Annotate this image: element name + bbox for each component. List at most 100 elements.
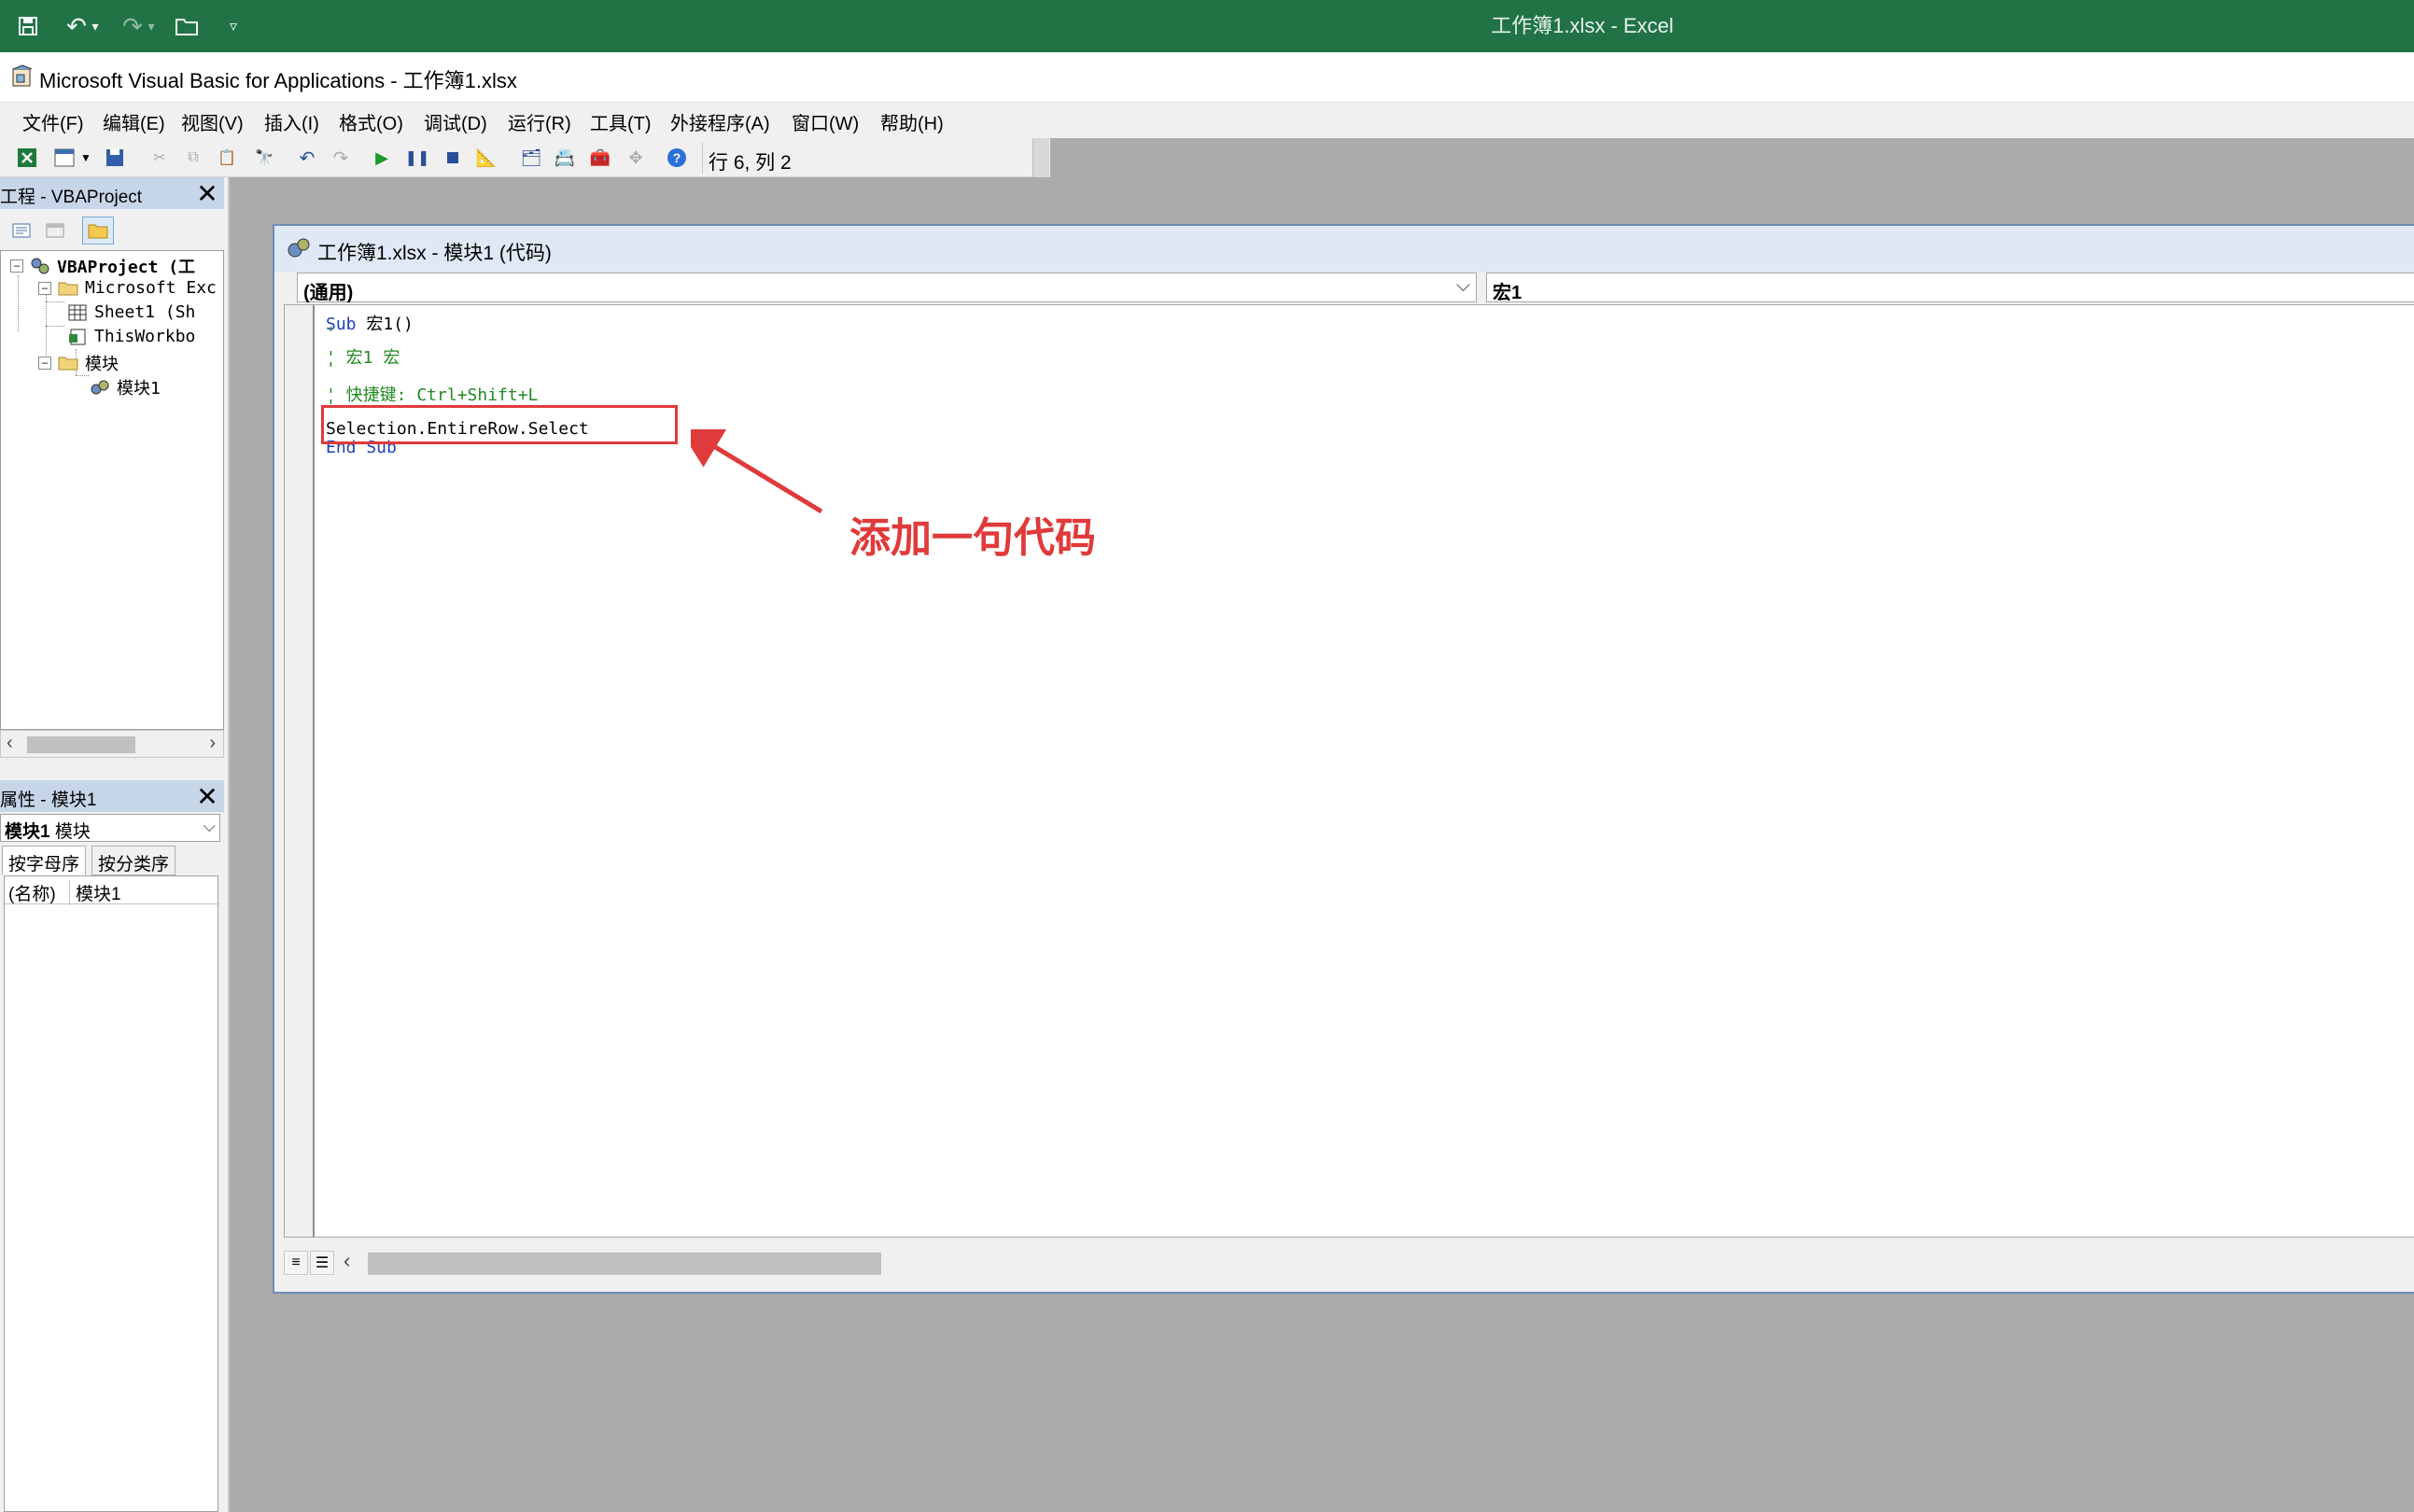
toolbox-icon[interactable]: ✥ — [624, 146, 648, 170]
menu-file[interactable]: 文件(F) — [22, 108, 84, 135]
tab-categorized[interactable]: 按分类序 — [91, 846, 176, 875]
help-icon[interactable]: ? — [665, 146, 689, 170]
toolbar-empty-area — [1050, 138, 2414, 177]
menu-bar: 文件(F) 编辑(E) 视图(V) 插入(I) 格式(O) 调试(D) 运行(R… — [0, 103, 2414, 138]
code-hscrollbar[interactable]: ≡ ☰ ‹ — [284, 1247, 2414, 1279]
tree-item-vbaproject[interactable]: − VBAProject (工 — [10, 254, 195, 278]
module-icon — [288, 238, 310, 258]
tree-item-excel-objects[interactable]: − Microsoft Exc — [38, 278, 217, 298]
collapse-icon[interactable]: − — [10, 259, 23, 273]
menu-format[interactable]: 格式(O) — [339, 108, 403, 135]
copy-icon[interactable]: ⧉ — [181, 146, 205, 170]
vbaproject-icon — [29, 257, 51, 275]
annotation-text: 添加一句代码 — [849, 515, 1096, 561]
collapse-icon[interactable]: − — [38, 281, 51, 295]
scroll-left-icon[interactable]: ‹ — [344, 1249, 350, 1273]
menu-view[interactable]: 视图(V) — [181, 108, 244, 135]
close-icon[interactable]: ✕ — [192, 179, 222, 208]
find-icon[interactable]: 🔭 — [252, 146, 276, 170]
menu-run[interactable]: 运行(R) — [508, 108, 571, 135]
properties-window-icon[interactable]: 📇 — [553, 146, 577, 170]
code-line-4: ' — [326, 359, 336, 379]
menu-edit[interactable]: 编辑(E) — [103, 108, 165, 135]
code-line-5: ' 快捷键: Ctrl+Shift+L — [326, 385, 539, 405]
annotation-arrow-icon — [691, 429, 823, 514]
design-mode-icon[interactable]: 📐 — [474, 146, 498, 170]
paste-icon[interactable]: 📋 — [215, 146, 239, 170]
code-line-3: ' 宏1 宏 — [326, 348, 400, 368]
menu-help[interactable]: 帮助(H) — [880, 108, 944, 135]
project-tree-hscrollbar[interactable]: ‹ › — [0, 730, 224, 758]
properties-object-select[interactable]: 模块1 模块 ⌵ — [0, 814, 220, 842]
property-value[interactable]: 模块1 — [76, 880, 121, 905]
properties-pane-title: 属性 - 模块1 — [0, 791, 97, 810]
property-row-name[interactable]: (名称) 模块1 — [5, 878, 219, 905]
tree-item-sheet1[interactable]: Sheet1 (Sh — [66, 302, 195, 322]
annotation-highlight-box — [321, 405, 678, 444]
insert-dropdown-icon[interactable]: ▼ — [78, 146, 93, 170]
vba-window-title: Microsoft Visual Basic for Applications … — [39, 69, 517, 92]
standard-toolbar: ▼ ✂ ⧉ 📋 🔭 ↶ ↷ ▶ ❚❚ 📐 🗂 📇 🧰 ✥ ? 行 6, 列 2 — [0, 138, 1050, 177]
vba-titlebar: Microsoft Visual Basic for Applications … — [0, 52, 2414, 103]
tab-alphabetic[interactable]: 按字母序 — [2, 846, 87, 875]
tree-label-excel-objects: Microsoft Exc — [85, 278, 217, 298]
module-icon — [89, 378, 111, 397]
undo-code-icon[interactable]: ↶ — [295, 146, 319, 170]
code-window: 工作簿1.xlsx - 模块1 (代码) (通用) ⌵ 宏1 Sub 宏1() … — [273, 224, 2414, 1294]
collapse-icon[interactable]: − — [38, 357, 51, 370]
tree-label-sheet1: Sheet1 (Sh — [94, 302, 196, 322]
menu-tools[interactable]: 工具(T) — [590, 108, 652, 135]
menu-debug[interactable]: 调试(D) — [424, 108, 487, 135]
full-module-view-icon[interactable]: ☰ — [310, 1251, 334, 1275]
view-code-icon[interactable] — [6, 217, 37, 245]
cursor-position-indicator: 行 6, 列 2 — [702, 142, 1029, 174]
properties-object-type: 模块 — [54, 822, 91, 842]
properties-grid: (名称) 模块1 — [4, 875, 219, 1512]
cut-icon[interactable]: ✂ — [147, 146, 172, 170]
scroll-thumb[interactable] — [27, 736, 135, 753]
view-object-icon[interactable] — [39, 217, 71, 245]
tree-label-module1: 模块1 — [117, 379, 161, 399]
close-icon[interactable]: ✕ — [192, 782, 222, 811]
break-icon[interactable]: ❚❚ — [405, 146, 430, 170]
procedure-select[interactable]: 宏1 — [1486, 273, 2414, 303]
redo-code-icon[interactable]: ↷ — [329, 146, 353, 170]
menu-addins[interactable]: 外接程序(A) — [670, 108, 770, 135]
toggle-folders-icon[interactable] — [82, 217, 114, 245]
scroll-thumb[interactable] — [368, 1253, 881, 1275]
project-explorer-icon[interactable]: 🗂 — [519, 146, 543, 170]
procedure-select-value: 宏1 — [1493, 283, 1523, 303]
tree-item-modules[interactable]: − 模块 — [38, 351, 119, 375]
code-window-titlebar: 工作簿1.xlsx - 模块1 (代码) — [274, 226, 2414, 273]
code-editor[interactable]: Sub 宏1() ' ' 宏1 宏 ' ' 快捷键: Ctrl+Shift+L … — [284, 304, 2414, 1238]
reset-icon[interactable] — [441, 146, 465, 170]
property-key: (名称) — [8, 880, 70, 905]
excel-window-title: 工作簿1.xlsx - Excel — [1491, 14, 1674, 37]
save-project-icon[interactable] — [103, 146, 127, 170]
chevron-down-icon[interactable]: ⌵ — [1456, 275, 1470, 297]
procedure-view-icon[interactable]: ≡ — [284, 1251, 308, 1275]
run-icon[interactable]: ▶ — [370, 146, 394, 170]
code-window-title: 工作簿1.xlsx - 模块1 (代码) — [317, 243, 552, 264]
object-browser-icon[interactable]: 🧰 — [588, 146, 612, 170]
scroll-left-icon[interactable]: ‹ — [7, 733, 13, 754]
menu-insert[interactable]: 插入(I) — [264, 108, 319, 135]
code-margin[interactable] — [285, 305, 315, 1237]
tree-label-modules: 模块 — [85, 355, 119, 374]
left-dock: 工程 - VBAProject ✕ − VBAProject (工 − Micr… — [0, 177, 230, 1512]
view-excel-icon[interactable] — [15, 146, 39, 170]
workbook-icon — [66, 328, 89, 346]
tree-item-module1[interactable]: 模块1 — [89, 375, 161, 399]
tree-label-vbaproject: VBAProject (工 — [57, 258, 196, 277]
properties-object-name: 模块1 — [5, 822, 50, 842]
object-select[interactable]: (通用) ⌵ — [297, 273, 1477, 303]
insert-userform-icon[interactable] — [52, 146, 77, 170]
menu-window[interactable]: 窗口(W) — [792, 108, 859, 135]
toolbar-overflow-handle[interactable] — [1032, 138, 1049, 177]
scroll-right-icon[interactable]: › — [209, 733, 216, 754]
chevron-down-icon[interactable]: ⌵ — [203, 817, 216, 836]
tree-item-thisworkbook[interactable]: ThisWorkbo — [66, 327, 195, 346]
sub-name: 宏1() — [356, 315, 414, 334]
vba-app-icon — [12, 64, 33, 87]
project-pane-header: 工程 - VBAProject ✕ — [0, 177, 224, 209]
